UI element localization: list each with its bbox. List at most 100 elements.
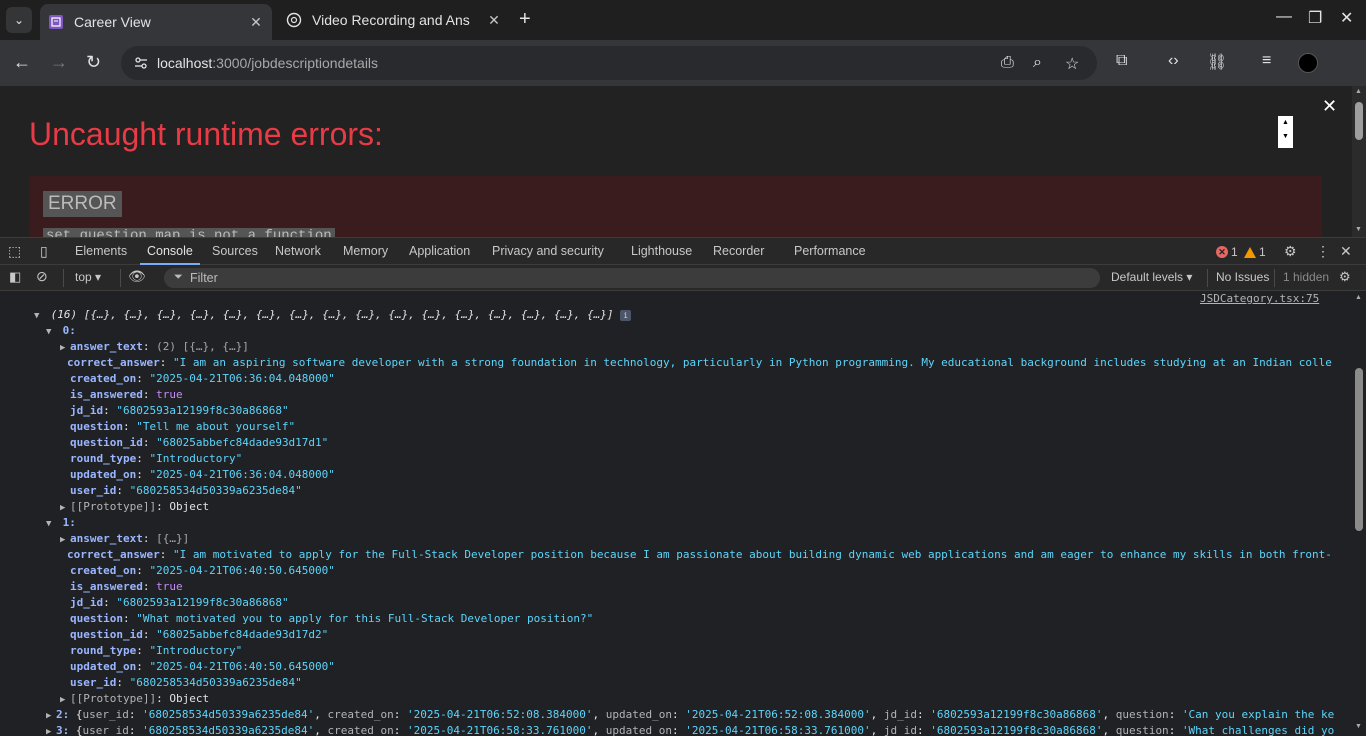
tab-memory[interactable]: Memory xyxy=(343,238,388,265)
console-settings-gear-icon[interactable]: ⚙ xyxy=(1339,269,1351,285)
media-controls-icon[interactable]: ≡ xyxy=(1262,52,1271,70)
source-link[interactable]: JSDCategory.tsx:75 xyxy=(1200,292,1319,305)
tab-application[interactable]: Application xyxy=(409,238,470,265)
tab-performance[interactable]: Performance xyxy=(794,238,866,265)
settings-gear-icon[interactable]: ⚙ xyxy=(1284,243,1297,260)
prop-question: question: "What motivated you to apply f… xyxy=(70,612,594,625)
prop-user-id: user_id: "680258534d50339a6235de84" xyxy=(70,676,302,689)
array-item-1[interactable]: ▼ 1: xyxy=(46,515,76,531)
close-tab-icon[interactable]: ✕ xyxy=(248,14,264,31)
log-levels-dropdown[interactable]: Default levels ▾ xyxy=(1111,270,1192,284)
page-scrollbar[interactable]: ▲ ▼ xyxy=(1352,86,1366,237)
profile-avatar[interactable] xyxy=(1298,53,1318,73)
link-icon[interactable]: ⛓ xyxy=(1207,52,1227,72)
tab-network[interactable]: Network xyxy=(275,238,321,265)
back-icon[interactable]: ← xyxy=(13,52,31,73)
new-tab-icon[interactable]: + xyxy=(519,8,531,31)
error-icon: ✕ xyxy=(1216,246,1228,258)
tab-video-recording[interactable]: Video Recording and Ans ✕ xyxy=(278,4,510,36)
prop-answer-text[interactable]: ▶ answer_text: [{…}] xyxy=(60,531,189,547)
page-viewport: Uncaught runtime errors: ✕ ▲ ▼ ERROR set … xyxy=(0,86,1352,237)
console-scrollbar[interactable]: ▲ ▼ xyxy=(1352,291,1366,736)
close-overlay-icon[interactable]: ✕ xyxy=(1322,96,1337,117)
forward-icon[interactable]: → xyxy=(50,52,68,73)
tab-privacy-security[interactable]: Privacy and security xyxy=(492,238,604,265)
close-tab-icon[interactable]: ✕ xyxy=(486,12,502,29)
page-scrollbar-thumb[interactable] xyxy=(1355,102,1363,140)
error-overlay-title: Uncaught runtime errors: xyxy=(29,116,383,152)
more-options-icon[interactable]: ⋮ xyxy=(1316,243,1330,260)
tab-title: Career View xyxy=(74,14,151,30)
zoom-icon[interactable]: ⌕ xyxy=(1033,54,1042,72)
tab-title: Video Recording and Ans xyxy=(312,12,470,28)
prop-question-id: question_id: "68025abbefc84dade93d17d2" xyxy=(70,628,329,641)
console-scrollbar-thumb[interactable] xyxy=(1355,368,1363,531)
array-item-0[interactable]: ▼ 0: xyxy=(46,323,76,339)
warning-counter[interactable]: 1 xyxy=(1244,245,1266,259)
bookmark-star-icon[interactable]: ☆ xyxy=(1065,54,1079,74)
info-icon[interactable]: i xyxy=(620,309,632,321)
hidden-count: 1 hidden xyxy=(1283,270,1330,284)
device-toolbar-icon[interactable]: ▯ xyxy=(40,243,48,260)
context-selector[interactable]: top ▾ xyxy=(75,270,101,284)
prop-jd-id: jd_id: "6802593a12199f8c30a86868" xyxy=(70,596,289,609)
devtools-tabbar: ⬚ ▯ Elements Console Sources Network Mem… xyxy=(0,237,1366,265)
address-bar[interactable]: localhost:3000/jobdescriptiondetails ⎙ ⌕… xyxy=(121,46,1097,80)
prop-answer-text[interactable]: ▶ answer_text: (2) [{…}, {…}] xyxy=(60,339,249,355)
prop-question-id: question_id: "68025abbefc84dade93d17d1" xyxy=(70,436,329,449)
overlay-scrollbar[interactable]: ▲ ▼ xyxy=(1278,116,1293,148)
prop-prototype[interactable]: ▶ [[Prototype]]: Object xyxy=(60,691,209,707)
live-expression-eye-icon[interactable]: 👁 xyxy=(128,268,146,285)
prop-prototype[interactable]: ▶ [[Prototype]]: Object xyxy=(60,499,209,515)
close-window-icon[interactable]: ✕ xyxy=(1340,8,1353,28)
install-app-icon[interactable]: ⎙ xyxy=(1001,54,1014,72)
array-item-2[interactable]: ▶ 2: {user_id: '680258534d50339a6235de84'… xyxy=(46,707,1334,723)
tab-search-button[interactable]: ⌄ xyxy=(6,7,32,33)
browser-toolbar: ← → ↻ localhost:3000/jobdescriptiondetai… xyxy=(0,40,1366,86)
tab-elements[interactable]: Elements xyxy=(75,238,127,265)
tab-strip: ⌄ Career View ✕ Video Recording and Ans … xyxy=(0,0,1366,40)
console-filter-input[interactable]: ⏷ Filter xyxy=(164,268,1100,288)
error-message: set question map is not a function xyxy=(43,228,335,237)
tab-lighthouse[interactable]: Lighthouse xyxy=(631,238,692,265)
filter-icon: ⏷ xyxy=(174,271,183,283)
log-array-summary[interactable]: ▼ (16) [{…}, {…}, {…}, {…}, {…}, {…}, {…… xyxy=(34,307,632,324)
prop-updated-on: updated_on: "2025-04-21T06:40:50.645000" xyxy=(70,660,335,673)
extensions-icon[interactable]: ⧉ xyxy=(1116,52,1127,70)
expand-arrow-icon[interactable]: ▼ xyxy=(34,308,44,324)
tab-sources[interactable]: Sources xyxy=(212,238,258,265)
prop-is-answered: is_answered: true xyxy=(70,580,183,593)
minimize-icon[interactable]: — xyxy=(1276,8,1292,26)
tab-career-view[interactable]: Career View ✕ xyxy=(40,4,272,40)
inspect-element-icon[interactable]: ⬚ xyxy=(8,243,21,260)
code-icon[interactable]: ‹› xyxy=(1168,52,1179,70)
prop-is-answered: is_answered: true xyxy=(70,388,183,401)
sidebar-toggle-icon[interactable]: ◧ xyxy=(9,269,21,285)
error-label: ERROR xyxy=(43,191,122,217)
openai-icon xyxy=(286,12,302,28)
url-text: localhost:3000/jobdescriptiondetails xyxy=(157,55,379,71)
prop-correct-answer: correct_answer: "I am an aspiring softwa… xyxy=(67,356,1332,369)
app-favicon-icon xyxy=(49,15,63,29)
console-toolbar: ◧ ⊘ top ▾ 👁 ⏷ Filter Default levels ▾ No… xyxy=(0,265,1366,291)
array-item-3[interactable]: ▶ 3: {user_id: '680258534d50339a6235de84'… xyxy=(46,723,1334,736)
error-counter[interactable]: ✕ 1 xyxy=(1216,245,1238,259)
prop-created-on: created_on: "2025-04-21T06:36:04.048000" xyxy=(70,372,335,385)
error-box: ERROR set question map is not a function xyxy=(29,176,1322,237)
prop-round-type: round_type: "Introductory" xyxy=(70,644,243,657)
reload-icon[interactable]: ↻ xyxy=(86,52,101,73)
site-info-icon[interactable] xyxy=(133,55,149,71)
console-output: JSDCategory.tsx:75 ▼ (16) [{…}, {…}, {…}… xyxy=(0,291,1352,736)
warning-icon xyxy=(1244,246,1256,258)
tab-recorder[interactable]: Recorder xyxy=(713,238,764,265)
maximize-icon[interactable]: ❐ xyxy=(1308,8,1322,28)
tab-console[interactable]: Console xyxy=(140,238,200,265)
prop-user-id: user_id: "680258534d50339a6235de84" xyxy=(70,484,302,497)
issues-button[interactable]: No Issues xyxy=(1216,270,1269,284)
prop-round-type: round_type: "Introductory" xyxy=(70,452,243,465)
prop-jd-id: jd_id: "6802593a12199f8c30a86868" xyxy=(70,404,289,417)
clear-console-icon[interactable]: ⊘ xyxy=(36,268,48,285)
filter-placeholder: Filter xyxy=(190,271,218,285)
close-devtools-icon[interactable]: ✕ xyxy=(1340,243,1352,260)
chevron-down-icon: ⌄ xyxy=(13,13,25,27)
